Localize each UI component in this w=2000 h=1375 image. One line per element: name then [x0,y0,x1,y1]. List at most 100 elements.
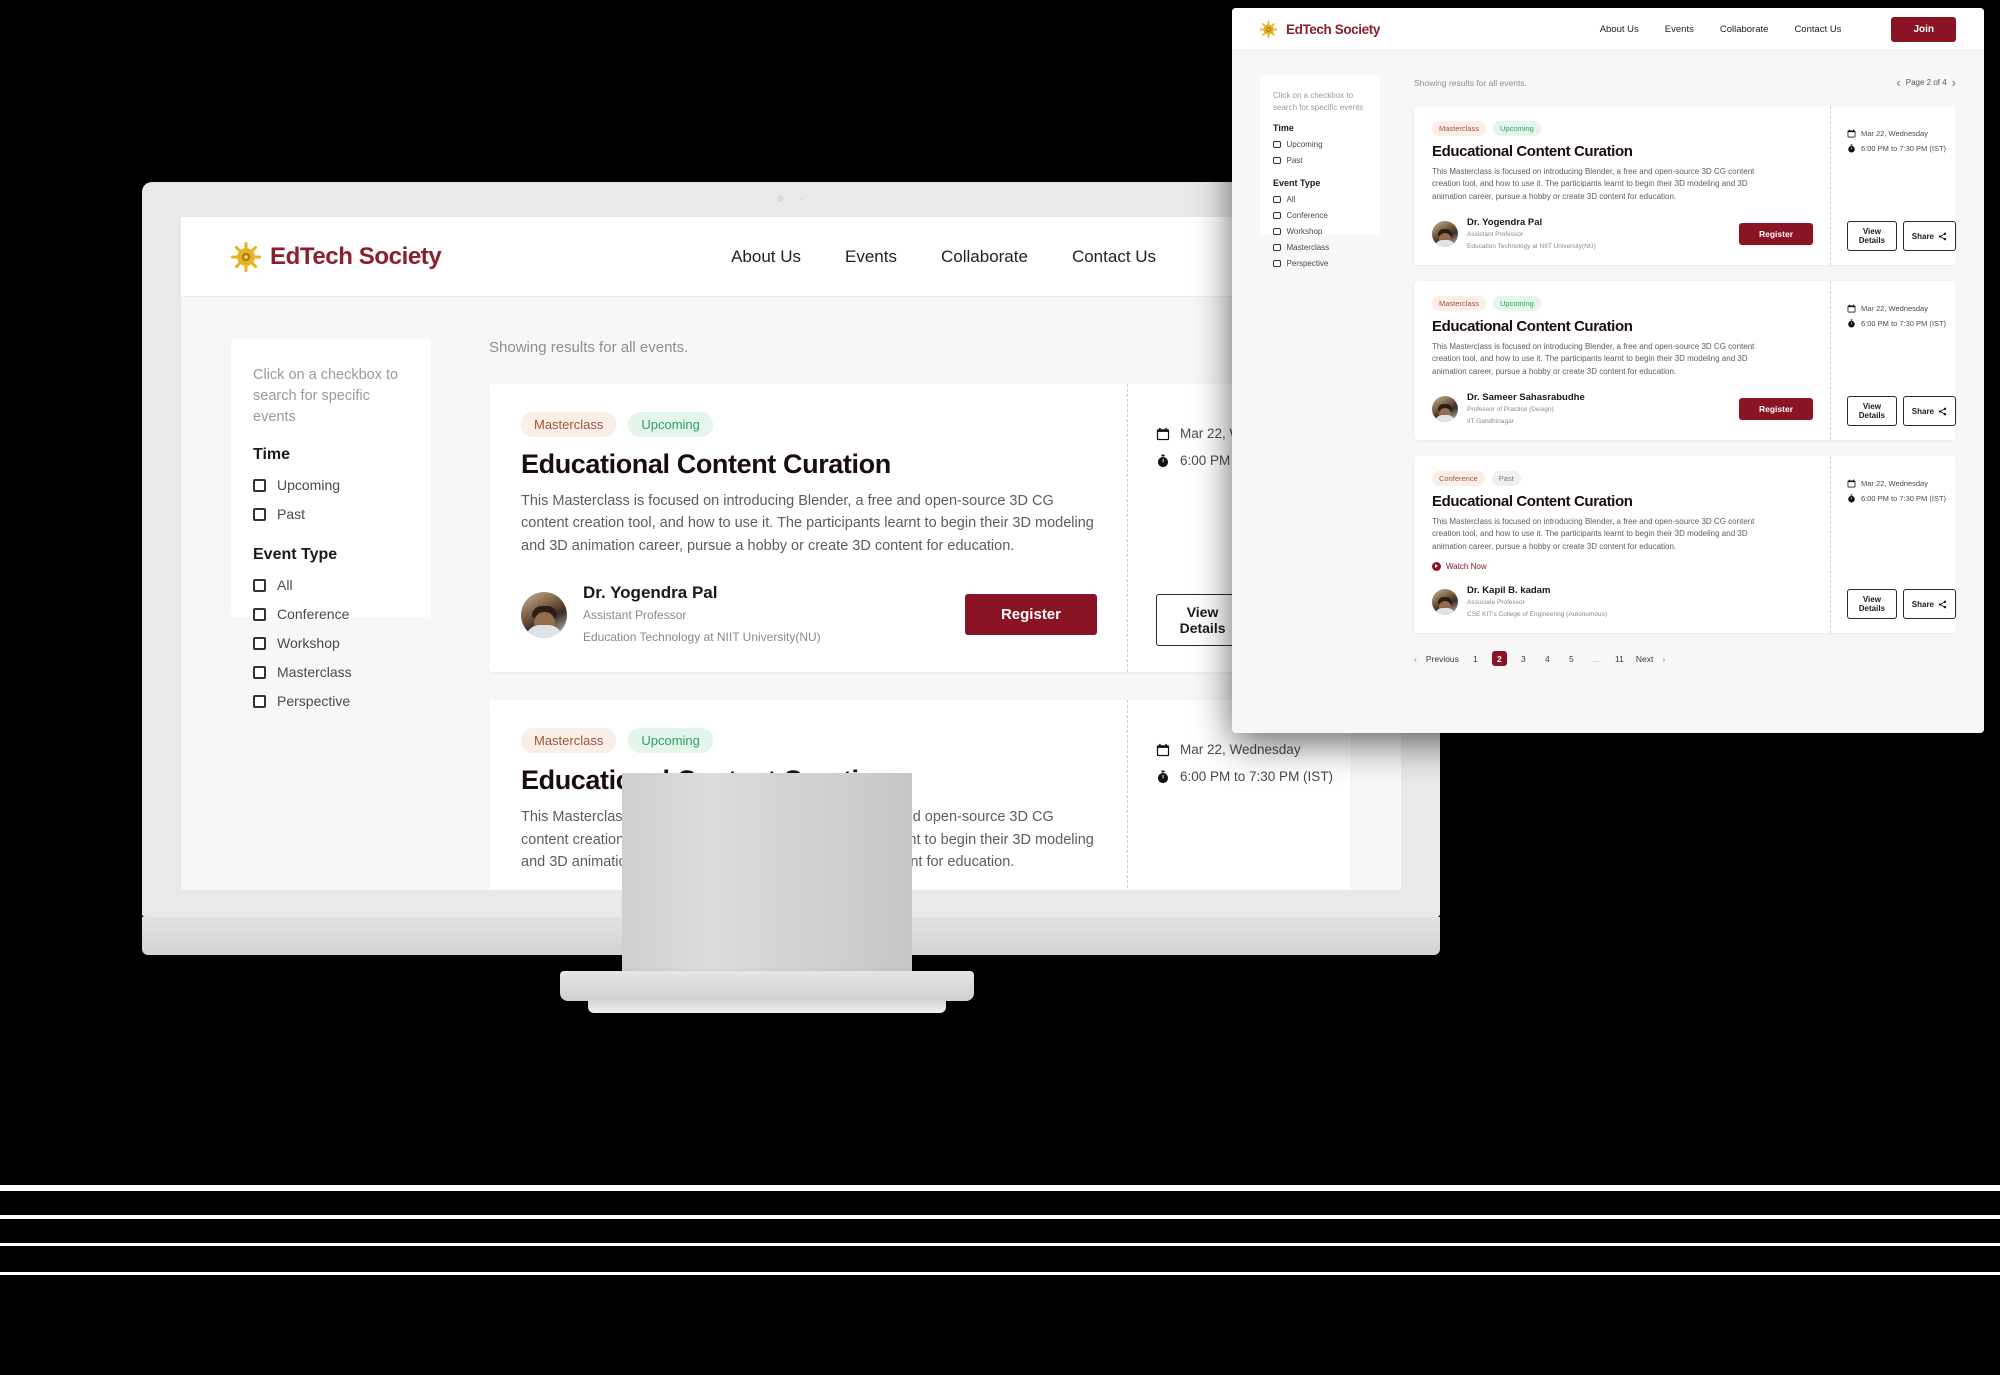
event-time-text: 6:00 PM to 7:30 PM (IST) [1861,319,1947,329]
checkbox-icon[interactable] [1273,140,1281,149]
badge-event-type: Masterclass [1432,296,1487,312]
view-details-button[interactable]: View Details [1847,396,1897,427]
avatar-shirt [1434,240,1456,248]
event-date-row: Mar 22, Wednesday [1847,479,1956,488]
results-header: Showing results for all events. ‹ Page 2… [1414,75,1956,90]
nav-link-about-us[interactable]: About Us [731,247,801,267]
nav-link-collaborate[interactable]: Collaborate [941,247,1028,267]
event-card-side: Mar 22, Wednesday 6:00 PM to 7:30 PM (IS… [1830,106,1956,266]
sunburst-wheel-icon [1260,20,1277,38]
filter-checkbox-all[interactable]: All [1273,195,1367,204]
nav-link-events[interactable]: Events [845,247,897,267]
filter-checkbox-conference[interactable]: Conference [1273,211,1367,220]
pagination-previous-button[interactable]: Previous [1426,654,1459,664]
speaker-row: Dr. Yogendra Pal Assistant Professor Edu… [521,583,1097,646]
checkbox-icon[interactable] [1273,156,1281,165]
checkbox-icon[interactable] [253,636,266,650]
pagination-page-2[interactable]: 2 [1491,651,1507,667]
filter-checkbox-past[interactable]: Past [253,506,409,522]
brand-logo[interactable]: EdTech Society [231,241,442,272]
speaker-name: Dr. Yogendra Pal [583,583,718,603]
filter-checkbox-masterclass[interactable]: Masterclass [1273,243,1367,252]
avatar [1432,589,1458,616]
register-button[interactable]: Register [964,594,1097,636]
filter-checkbox-conference[interactable]: Conference [253,606,409,622]
event-card-main: Masterclass Upcoming Educational Content… [489,384,1127,672]
checkbox-icon[interactable] [1273,243,1281,252]
filter-checkbox-perspective[interactable]: Perspective [1273,259,1367,268]
pagination: ‹ Previous 1 2 3 4 5 ... 11 Next › [1414,651,1956,667]
checkbox-icon[interactable] [1273,259,1281,268]
filter-checkbox-workshop[interactable]: Workshop [1273,227,1367,236]
filter-checkbox-upcoming[interactable]: Upcoming [253,477,409,493]
filter-checkbox-perspective[interactable]: Perspective [253,693,409,709]
desk-line-3 [0,1243,2000,1246]
filter-label: Past [1286,156,1303,166]
filter-heading-time: Time [253,446,291,464]
filter-checkbox-workshop[interactable]: Workshop [253,635,409,651]
join-button[interactable]: Join [1891,16,1956,42]
filter-label: Upcoming [1286,140,1323,150]
avatar-shirt [1434,415,1456,423]
page-prev-icon[interactable]: ‹ [1896,75,1900,90]
pagination-next-icon[interactable]: › [1662,654,1665,664]
nav-link-events[interactable]: Events [1665,24,1694,35]
filter-checkbox-upcoming[interactable]: Upcoming [1273,140,1367,149]
event-description: This Masterclass is focused on introduci… [1432,342,1755,376]
checkbox-icon[interactable] [253,665,266,679]
brand-logo[interactable]: EdTech Society [1260,20,1380,38]
nav-link-about-us[interactable]: About Us [1600,24,1639,35]
checkbox-icon[interactable] [253,607,266,621]
share-button[interactable]: Share [1902,589,1956,620]
page-indicator-text: Page 2 of 4 [1905,78,1947,87]
checkbox-icon[interactable] [253,694,266,708]
sunburst-wheel-icon [231,241,261,272]
checkbox-icon[interactable] [253,478,266,492]
event-time-row: 6:00 PM to 7:30 PM (IST) [1847,144,1956,153]
share-button[interactable]: Share [1902,396,1956,427]
speaker-org: Education Technology at NIIT University(… [583,629,821,644]
filter-checkbox-masterclass[interactable]: Masterclass [253,664,409,680]
view-details-button[interactable]: View Details [1847,221,1897,252]
share-button[interactable]: Share [1902,221,1956,252]
event-date-text: Mar 22, Wednesday [1861,129,1928,138]
watch-now-link[interactable]: Watch Now [1432,562,1813,572]
register-button[interactable]: Register [1738,223,1813,246]
event-card[interactable]: Conference Past Educational Content Cura… [1414,456,1956,634]
desk-line-1 [0,1185,2000,1191]
calendar-icon [1156,743,1170,757]
register-button[interactable]: Register [1738,398,1813,421]
checkbox-icon[interactable] [253,578,266,592]
badge-event-time: Upcoming [1493,121,1541,136]
page-next-icon[interactable]: › [1952,75,1956,90]
checkbox-icon[interactable] [1273,195,1281,204]
speaker-meta: Dr. Yogendra Pal Assistant Professor Edu… [583,583,821,646]
nav-link-contact-us[interactable]: Contact Us [1072,247,1156,267]
pagination-page-5[interactable]: 5 [1564,651,1579,666]
event-card[interactable]: Masterclass Upcoming Educational Content… [489,384,1351,673]
speaker-name: Dr. Yogendra Pal [1467,217,1543,229]
pagination-page-3[interactable]: 3 [1516,651,1531,666]
checkbox-icon[interactable] [1273,227,1281,236]
view-details-button[interactable]: View Details [1847,589,1897,620]
share-icon [1938,600,1947,609]
desk-line-2 [0,1215,2000,1219]
pagination-prev-icon[interactable]: ‹ [1414,654,1417,664]
pagination-page-4[interactable]: 4 [1540,651,1555,666]
filter-checkbox-all[interactable]: All [253,577,409,593]
share-icon [1938,407,1947,416]
event-date-row: Mar 22, Wednesday [1847,129,1956,138]
nav-link-contact-us[interactable]: Contact Us [1794,24,1841,35]
pagination-page-11[interactable]: 11 [1612,651,1627,666]
checkbox-icon[interactable] [1273,211,1281,220]
pagination-page-1[interactable]: 1 [1468,651,1483,666]
event-card[interactable]: Masterclass Upcoming Educational Content… [1414,281,1956,441]
checkbox-icon[interactable] [253,507,266,521]
nav-link-collaborate[interactable]: Collaborate [1720,24,1769,35]
filter-checkbox-past[interactable]: Past [1273,156,1367,165]
pagination-next-button[interactable]: Next [1636,654,1653,664]
event-card[interactable]: Masterclass Upcoming Educational Content… [1414,106,1956,266]
speaker-title: Assistant Professor [583,608,687,623]
event-card[interactable]: Masterclass Upcoming Educational Content… [489,700,1351,890]
event-time-text: 6:00 PM to 7:30 PM (IST) [1180,769,1334,785]
